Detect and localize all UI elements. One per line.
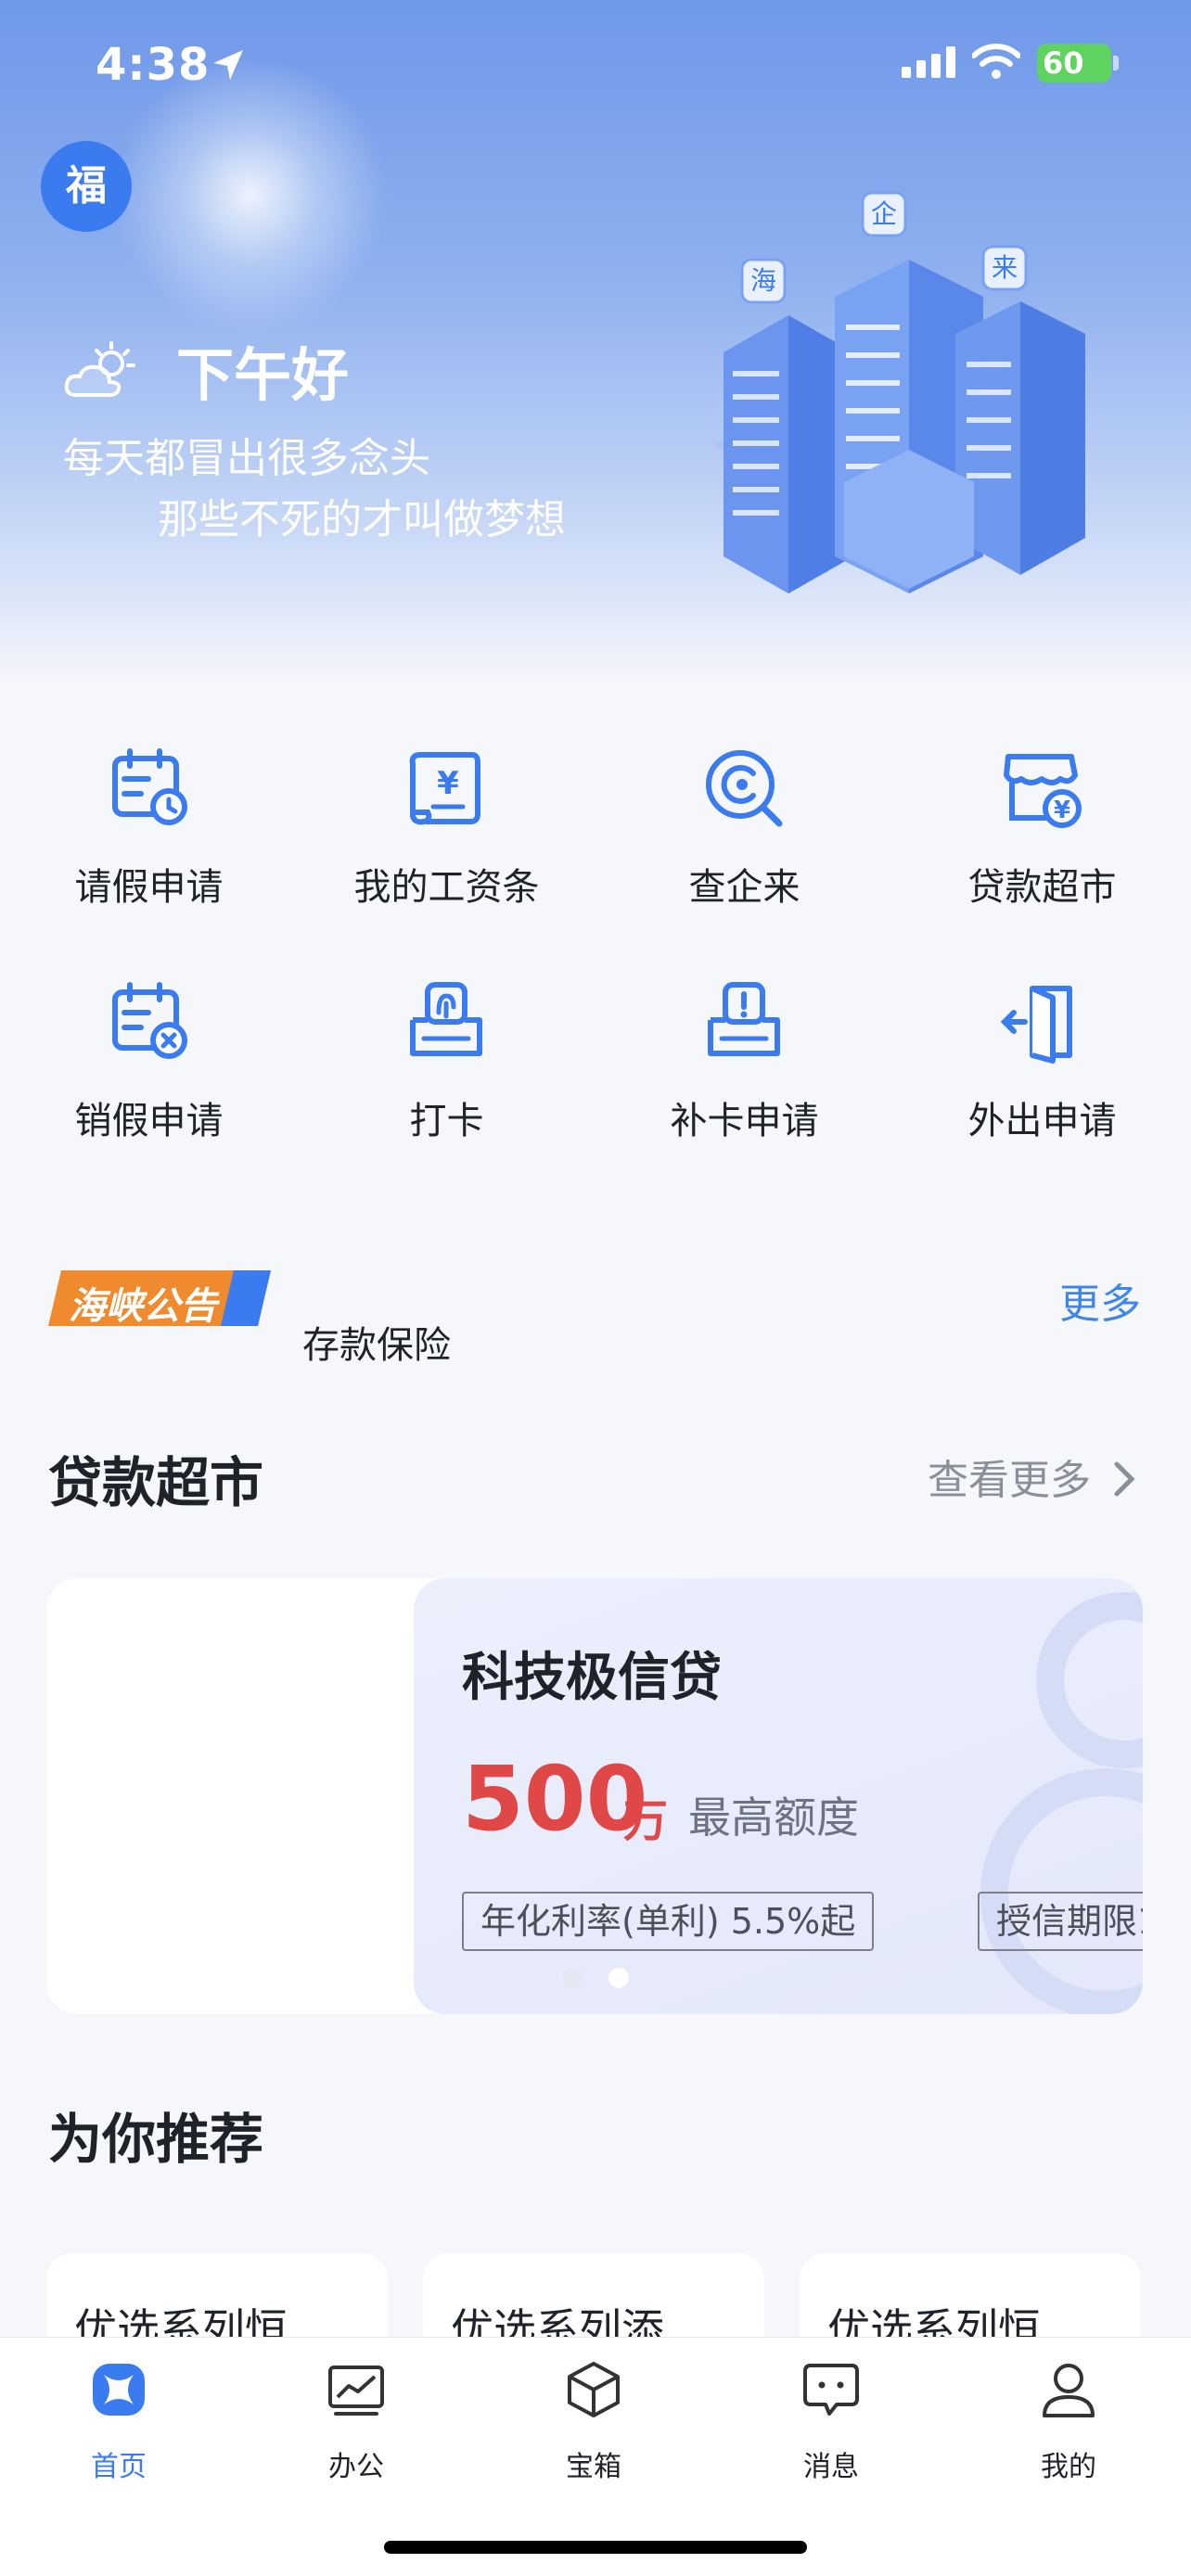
action-label: 请假申请 [74,866,224,909]
motto-line-2: 那些不死的才叫做梦想 [158,496,566,543]
city-sign-2: 企 [871,198,897,229]
greeting-text: 下午好 [176,341,350,409]
wifi-icon [972,44,1020,79]
battery-cap [1113,56,1119,70]
notice-text[interactable]: 存款保险 [302,1315,451,1369]
loan-store-icon: ¥ [1004,754,1082,828]
salary-scroll-icon: ¥ [409,752,480,825]
notice-badge-text: 海峡公告 [69,1285,217,1328]
recommend-title: 为你推荐 [48,2108,264,2171]
action-label: 我的工资条 [353,866,540,909]
action-label: 打卡 [409,1100,484,1142]
action-label: 查企来 [688,866,800,909]
action-clock-in[interactable]: 打卡 [298,976,596,1161]
loan-carousel[interactable]: 科技极信贷 500 万 最高额度 年化利率(单利) 5.5%起 授信期限12 [46,1578,1143,2014]
office-chart-icon [328,2366,384,2416]
action-salary-slip[interactable]: ¥ 我的工资条 [298,742,596,927]
chevron-right-icon [1114,1461,1135,1497]
loan-product-name: 科技极信贷 [462,1648,722,1708]
loan-limit-label: 最高额度 [688,1792,859,1843]
punch-supplement-icon [708,982,780,1056]
svg-text:¥: ¥ [437,765,459,802]
action-outing-request[interactable]: 外出申请 [893,976,1191,1161]
notice-bar[interactable]: 海峡公告 存款保险 更多 [48,1270,1161,1382]
status-bar: 4:38 60 [0,0,1191,130]
notice-badge: 海峡公告 [48,1270,271,1328]
tab-treasure[interactable]: 宝箱 [475,2360,712,2508]
battery-indicator: 60 [1037,44,1111,83]
action-label: 外出申请 [967,1100,1117,1142]
tab-label: 宝箱 [566,2451,621,2483]
company-search-icon [706,750,783,827]
carousel-dot[interactable] [562,1968,583,1988]
loan-tag-rate: 年化利率(单利) 5.5%起 [462,1892,875,1951]
tab-label: 我的 [1041,2451,1096,2483]
action-label: 补卡申请 [670,1100,819,1142]
action-leave-request[interactable]: 请假申请 [0,742,298,927]
location-arrow-icon [213,50,243,80]
loan-amount-unit: 万 [623,1795,669,1847]
city-sign-1: 海 [750,265,776,296]
loan-market-title: 贷款超市 [48,1451,264,1514]
action-company-search[interactable]: 查企来 [596,742,893,927]
battery-level: 60 [1043,45,1084,81]
tab-label: 消息 [803,2451,859,2483]
carousel-dot-active[interactable] [608,1968,629,1988]
loan-market-more[interactable]: 查看更多 [928,1447,1137,1506]
action-punch-supplement[interactable]: 补卡申请 [596,976,893,1161]
fingerprint-clock-icon [410,982,482,1056]
tab-messages[interactable]: 消息 [712,2360,950,2508]
city-sign-3: 来 [992,252,1018,283]
tab-office[interactable]: 办公 [237,2360,475,2508]
partly-sunny-icon [64,341,135,397]
hero-banner: 海 企 来 4:38 60 福 下午好 每天都冒出很多念头 那些不死的才叫做梦想 [0,0,1191,686]
svg-text:¥: ¥ [1054,797,1070,824]
motto-line-1: 每天都冒出很多念头 [63,435,430,482]
door-exit-icon [1000,986,1072,1064]
loan-amount: 500 [462,1747,648,1851]
city-illustration: 海 企 来 [714,191,1085,593]
status-time: 4:38 [96,39,211,91]
tab-label: 办公 [328,2451,384,2483]
home-indicator [384,2541,807,2554]
loan-tag-term: 授信期限12 [978,1892,1143,1951]
home-icon [93,2364,145,2416]
profile-icon [1043,2364,1095,2417]
avatar[interactable]: 福 [41,141,132,232]
treasure-box-icon [568,2362,620,2417]
action-label: 贷款超市 [967,866,1117,909]
action-label: 销假申请 [74,1100,224,1142]
calendar-clock-icon [112,748,187,825]
action-loan-market[interactable]: ¥ 贷款超市 [893,742,1191,927]
tab-home[interactable]: 首页 [0,2360,237,2508]
loan-market-more-label: 查看更多 [928,1457,1091,1504]
tab-profile[interactable]: 我的 [950,2360,1187,2508]
tab-label: 首页 [91,2451,147,2483]
action-leave-cancel[interactable]: 销假申请 [0,976,298,1161]
notice-more-link[interactable]: 更多 [1059,1270,1141,1330]
loan-product-card[interactable]: 科技极信贷 500 万 最高额度 年化利率(单利) 5.5%起 授信期限12 [414,1578,1143,2014]
cellular-signal-icon [902,46,955,78]
message-icon [803,2364,859,2416]
calendar-cancel-icon [112,982,187,1059]
